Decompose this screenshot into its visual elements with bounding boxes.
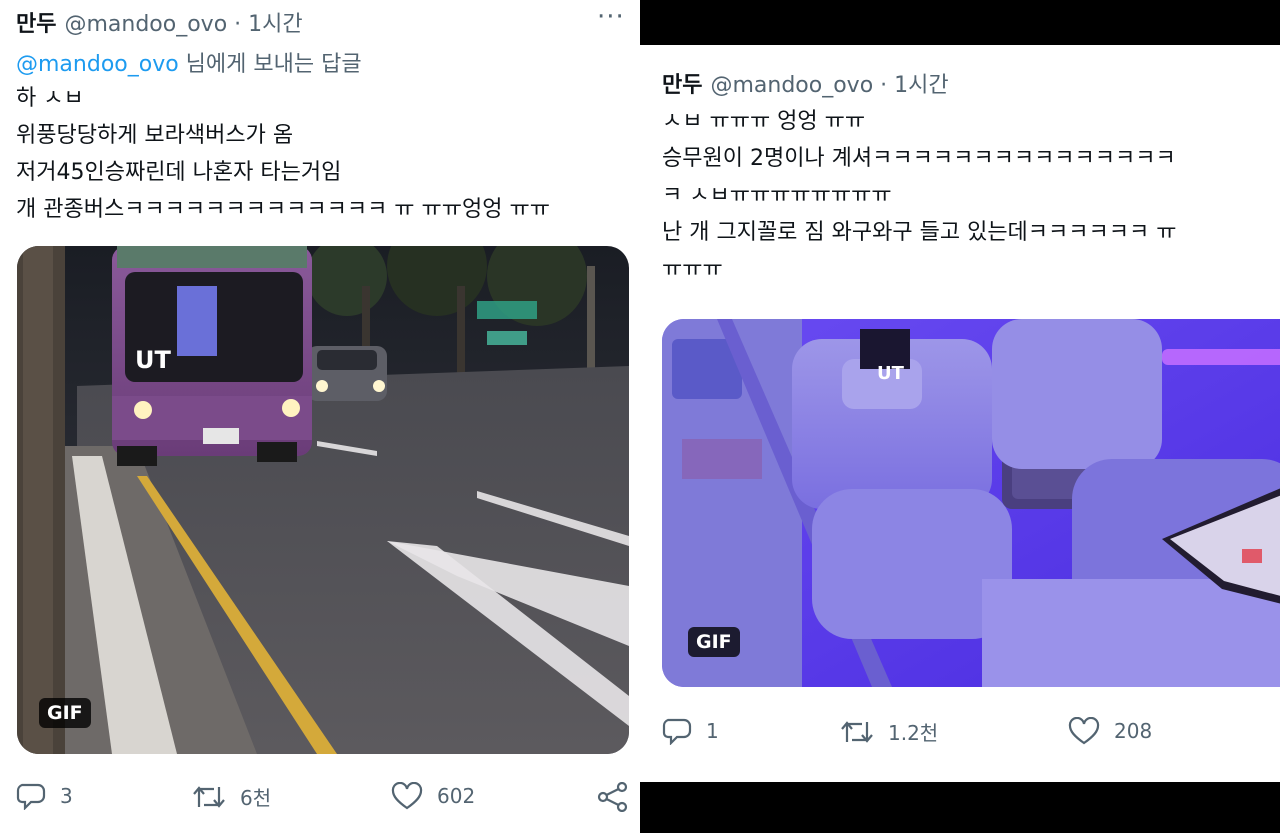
handle-time[interactable]: @mandoo_ovo · 1시간 <box>710 67 948 99</box>
gif-badge: GIF <box>688 627 740 657</box>
reply-count: 1 <box>706 719 719 743</box>
display-name[interactable]: 만두 <box>16 6 56 38</box>
handle-time[interactable]: @mandoo_ovo · 1시간 <box>64 6 302 38</box>
reply-count: 3 <box>60 784 73 808</box>
reply-button[interactable]: 3 <box>16 782 73 810</box>
tweet-line: 위풍당당하게 보라색버스가 옴 <box>16 123 294 148</box>
more-icon[interactable]: ··· <box>597 2 625 32</box>
tweet-line: 저거45인승짜린데 나혼자 타는거임 <box>16 160 342 185</box>
reply-button[interactable]: 1 <box>662 717 719 745</box>
bus-street-image <box>17 246 629 754</box>
tweet-line: 하 ㅅㅂ <box>16 86 84 111</box>
like-count: 208 <box>1114 719 1153 743</box>
like-button[interactable]: 602 <box>391 782 475 810</box>
seat-logo: UT <box>877 363 904 384</box>
left-tweet: 만두 @mandoo_ovo · 1시간 ··· @mandoo_ovo 님에게… <box>0 0 640 833</box>
bus-interior-image <box>662 319 1280 687</box>
tweet-line: 난 개 그지꼴로 짐 와구와구 들고 있는데ㅋㅋㅋㅋㅋㅋ ㅠ <box>662 220 1177 245</box>
share-button[interactable] <box>597 782 643 812</box>
bus-logo: UT <box>135 346 171 374</box>
tweet-body: ㅅㅂ ㅠㅠㅠ 엉엉 ㅠㅠ 승무원이 2명이나 계셔ㅋㅋㅋㅋㅋㅋㅋㅋㅋㅋㅋㅋㅋㅋㅋ… <box>662 103 1176 288</box>
letterbox-top <box>640 0 1280 45</box>
reply-suffix: 님에게 보내는 답글 <box>178 52 362 77</box>
display-name[interactable]: 만두 <box>662 67 702 99</box>
retweet-icon <box>193 785 225 808</box>
right-tweet: 만두 @mandoo_ovo · 1시간 ㅅㅂ ㅠㅠㅠ 엉엉 ㅠㅠ 승무원이 2… <box>640 45 1280 782</box>
gif-badge: GIF <box>39 698 91 728</box>
bus-gif[interactable]: UT GIF <box>17 246 629 754</box>
reply-mention[interactable]: @mandoo_ovo <box>16 52 179 77</box>
interior-gif[interactable]: UT GIF <box>662 319 1280 687</box>
reply-context: @mandoo_ovo 님에게 보내는 답글 <box>16 46 362 78</box>
letterbox-bottom <box>640 782 1280 833</box>
tweet-header: 만두 @mandoo_ovo · 1시간 <box>16 6 303 38</box>
retweet-button[interactable]: 1.2천 <box>840 717 938 746</box>
tweet-line: ㅋ ㅅㅂㅠㅠㅠㅠㅠㅠㅠㅠ <box>662 183 892 208</box>
like-icon <box>391 782 423 810</box>
retweet-icon <box>841 720 873 743</box>
reply-icon <box>16 783 46 810</box>
tweet-body: 하 ㅅㅂ 위풍당당하게 보라색버스가 옴 저거45인승짜린데 나혼자 타는거임 … <box>16 80 550 228</box>
like-icon <box>1068 717 1100 745</box>
tweet-line: 개 관종버스ㅋㅋㅋㅋㅋㅋㅋㅋㅋㅋㅋㅋㅋ ㅠ ㅠㅠ엉엉 ㅠㅠ <box>16 197 550 222</box>
share-icon <box>597 782 628 812</box>
retweet-count: 6천 <box>240 786 272 810</box>
tweet-line: ㅅㅂ ㅠㅠㅠ 엉엉 ㅠㅠ <box>662 109 866 134</box>
reply-icon <box>662 718 692 745</box>
tweet-header: 만두 @mandoo_ovo · 1시간 <box>662 67 949 99</box>
retweet-count: 1.2천 <box>888 721 939 745</box>
retweet-button[interactable]: 6천 <box>192 782 271 811</box>
tweet-line: ㅠㅠㅠ <box>662 257 723 282</box>
tweet-line: 승무원이 2명이나 계셔ㅋㅋㅋㅋㅋㅋㅋㅋㅋㅋㅋㅋㅋㅋㅋ <box>662 146 1176 171</box>
like-button[interactable]: 208 <box>1068 717 1152 745</box>
like-count: 602 <box>437 784 476 808</box>
